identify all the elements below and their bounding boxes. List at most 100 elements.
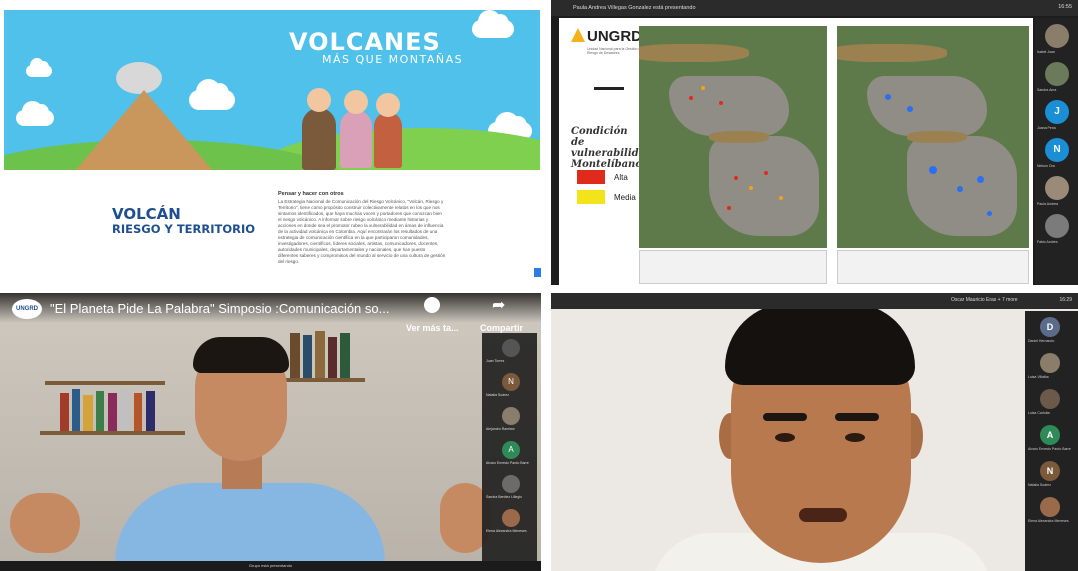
river: [639, 44, 749, 62]
participant-name: Nelson Ora: [1037, 164, 1055, 168]
slide-banner: VOLCANES MÁS QUE MONTAÑAS: [4, 10, 540, 170]
video-call-panel-2: Oscar Mauricio Eras + 7 more 16:29 D Dan…: [551, 293, 1078, 571]
participant-avatar[interactable]: [502, 339, 520, 357]
participant-avatar[interactable]: N: [502, 373, 520, 391]
presenting-status: Grupo está presentando: [0, 561, 541, 571]
participant-name: Elena Alexandra Meneses: [486, 529, 527, 533]
participant-avatar[interactable]: A: [502, 441, 520, 459]
share-icon[interactable]: ➦: [492, 295, 505, 315]
legend-label-alta: Alta: [614, 173, 628, 182]
paragraph-body: La Estrategia Nacional de Comunicación d…: [278, 199, 446, 264]
clock-time: 16:29: [1059, 297, 1072, 303]
participant-avatar[interactable]: [1040, 389, 1060, 409]
video-title[interactable]: "El Planeta Pide La Palabra" Simposio :C…: [50, 301, 389, 316]
participants-sidebar: Isabel Juan Sandra Ama J Juana Pena N Ne…: [1035, 18, 1078, 285]
person-illustration: [340, 110, 372, 168]
participant-avatar[interactable]: [502, 475, 520, 493]
cloud-icon: [16, 101, 54, 126]
slide-nav-button[interactable]: [534, 268, 541, 277]
participant-name: Elena Alexandra Meneses: [1028, 519, 1069, 523]
map-point: [907, 106, 913, 112]
participant-name: Juan Torres: [486, 359, 505, 363]
participant-name: Alejandro Ramirez: [486, 427, 515, 431]
participant-avatar[interactable]: [1045, 24, 1069, 48]
participant-avatar[interactable]: D: [1040, 317, 1060, 337]
logo-text: UNGRD: [587, 28, 642, 45]
participant-avatar[interactable]: [1045, 214, 1069, 238]
urban-area: [867, 76, 987, 136]
book: [303, 335, 312, 378]
bookshelf: [285, 378, 365, 382]
urban-area: [669, 76, 789, 136]
speaker-body: [115, 483, 385, 571]
participant-avatar[interactable]: [1045, 62, 1069, 86]
book: [96, 391, 104, 431]
speaker-eye: [845, 433, 865, 442]
participant-avatar[interactable]: [502, 509, 520, 527]
satellite-map-left: [639, 26, 827, 248]
map-point-media: [749, 186, 753, 190]
slide-subtitle: MÁS QUE MONTAÑAS: [322, 53, 464, 66]
watch-later-label[interactable]: Ver más ta...: [406, 323, 459, 333]
participant-name: Luisa Villalba: [1028, 375, 1049, 379]
map-point-alta: [727, 206, 731, 210]
video-conference-collage: VOLCANES MÁS QUE MONTAÑAS VOLCÁN RIESGO …: [0, 0, 1078, 571]
book: [146, 391, 155, 431]
river: [837, 44, 947, 62]
speaker-hand: [10, 493, 80, 553]
person-head: [344, 90, 368, 114]
cloud-icon: [472, 10, 514, 38]
map-point-alta: [734, 176, 738, 180]
participant-avatar[interactable]: [1040, 353, 1060, 373]
participant-name: Luisa Carlotta: [1028, 411, 1050, 415]
paragraph-heading: Pensar y hacer con otros: [278, 191, 344, 197]
meeting-top-bar: Oscar Mauricio Eras + 7 more 16:29: [551, 293, 1078, 309]
presenter-bar: Paula Andrea Villegas Gonzalez está pres…: [551, 0, 1078, 16]
book: [134, 393, 142, 431]
participant-avatar[interactable]: [1040, 497, 1060, 517]
clock-time: 16:55: [1058, 4, 1072, 10]
person-illustration: [374, 112, 402, 168]
participant-avatar[interactable]: N: [1040, 461, 1060, 481]
share-label[interactable]: Compartir: [480, 323, 523, 333]
participant-avatar[interactable]: A: [1040, 425, 1060, 445]
watch-later-icon[interactable]: [424, 297, 440, 313]
participant-name: Alvaro Ernesto Pardo Barre: [1028, 447, 1071, 451]
participant-name: Paula Andrea: [1037, 202, 1059, 206]
channel-logo[interactable]: UNGRD: [12, 299, 42, 319]
map-footer: [639, 250, 827, 284]
map-point-media: [701, 86, 705, 90]
logo-subtitle: Unidad Nacional para la Gestión del Ries…: [587, 47, 644, 55]
slide-panel: VOLCANES MÁS QUE MONTAÑAS VOLCÁN RIESGO …: [0, 0, 541, 285]
book: [83, 395, 93, 431]
cloud-icon: [26, 58, 52, 77]
map-point-media: [779, 196, 783, 200]
speaker-hair: [725, 303, 915, 385]
satellite-map-right: [837, 26, 1029, 248]
book: [108, 393, 117, 431]
book: [72, 389, 80, 431]
speaker-mouth: [799, 508, 847, 522]
participant-avatar[interactable]: N: [1045, 138, 1069, 162]
person-head: [307, 88, 331, 112]
map-point: [957, 186, 963, 192]
river: [907, 131, 967, 143]
river: [709, 131, 769, 143]
participants-sidebar: Juan Torres N Natalia Suárez Alejandro R…: [482, 333, 537, 563]
participants-count[interactable]: Oscar Mauricio Eras + 7 more: [951, 297, 1018, 303]
section-title: VOLCÁN: [112, 205, 181, 223]
participant-avatar[interactable]: J: [1045, 100, 1069, 124]
video-call-panel: UNGRD "El Planeta Pide La Palabra" Simpo…: [0, 293, 541, 571]
book: [328, 337, 337, 378]
person-head: [376, 93, 400, 117]
map-point-alta: [719, 101, 723, 105]
book: [290, 333, 300, 378]
urban-area: [709, 136, 819, 236]
book: [120, 389, 130, 431]
map-slide: UNGRD Unidad Nacional para la Gestión de…: [559, 18, 1033, 285]
participant-avatar[interactable]: [502, 407, 520, 425]
participant-avatar[interactable]: [1045, 176, 1069, 200]
person-illustration: [302, 108, 336, 170]
presenter-label: Paula Andrea Villegas Gonzalez está pres…: [573, 5, 696, 11]
map-point: [929, 166, 937, 174]
